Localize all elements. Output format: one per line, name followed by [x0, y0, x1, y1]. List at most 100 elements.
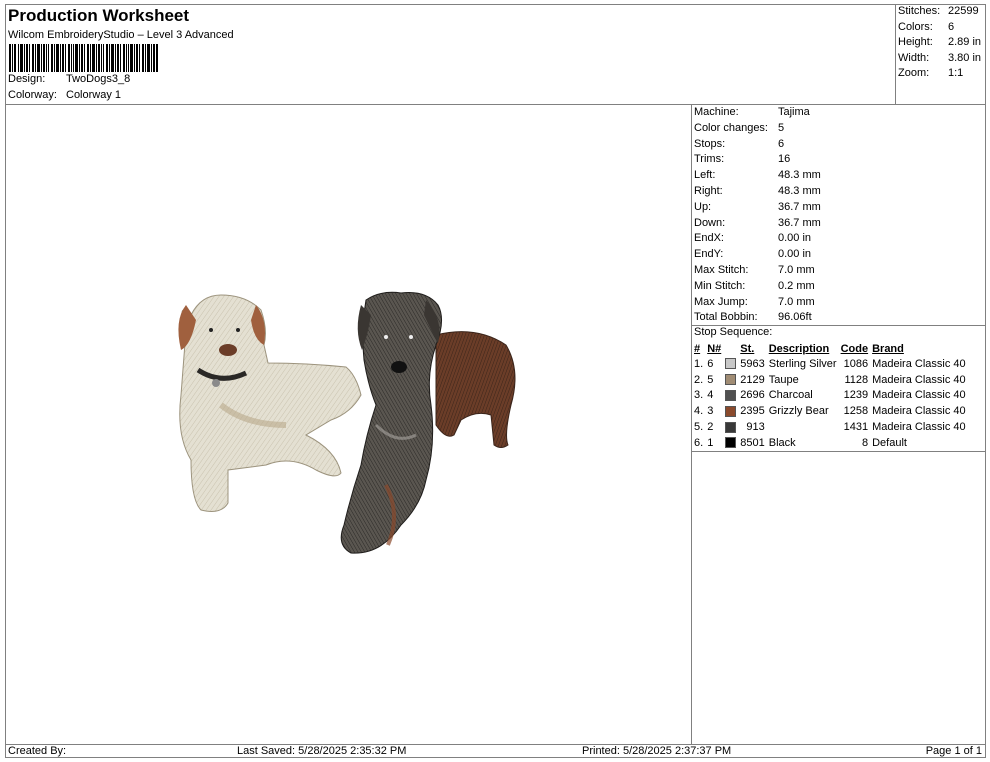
summary-value: 3.80 in — [948, 51, 982, 64]
footer-rule — [5, 744, 986, 745]
stop-index: 2. — [694, 373, 704, 386]
stop-stitches: 2129 — [740, 373, 765, 386]
design-label: Design: — [8, 73, 46, 85]
stop-description: Taupe — [768, 373, 799, 386]
stop-brand: Madeira Classic 40 — [872, 389, 966, 402]
stop-stitches: 2696 — [740, 389, 765, 402]
info-label: Total Bobbin: — [694, 311, 758, 324]
stop-row: 5. 2 913 1431 Madeira Classic 40 — [692, 419, 968, 435]
col-brand: Brand — [872, 342, 904, 355]
col-description: Description — [768, 342, 830, 355]
stop-description — [767, 419, 839, 435]
stop-code: 1086 — [843, 357, 869, 370]
stop-stitches: 8501 — [740, 436, 765, 449]
software-subtitle: Wilcom EmbroideryStudio – Level 3 Advanc… — [8, 29, 234, 41]
info-value: 36.7 mm — [778, 216, 821, 229]
color-swatch — [725, 437, 737, 449]
summary-label: Stitches: — [898, 5, 941, 17]
last-saved: Last Saved: 5/28/2025 2:35:32 PM — [237, 745, 407, 757]
summary-width: Width: 3.80 in — [898, 51, 986, 67]
page-number: Page 1 of 1 — [925, 745, 982, 757]
color-swatch — [725, 358, 737, 370]
stop-swatch — [723, 356, 738, 372]
stop-code: 1128 — [844, 373, 869, 386]
stop-brand: Madeira Classic 40 — [872, 373, 966, 386]
stop-swatch — [723, 419, 738, 435]
created-by: Created By: — [8, 745, 67, 757]
info-label: Left: — [694, 169, 716, 182]
stop-row: 4. 3 2395 Grizzly Bear 1258 Madeira Classic 4… — [692, 403, 968, 419]
dark-dog — [340, 291, 516, 554]
info-label: Stops: — [694, 137, 726, 150]
info-row: Machine: Tajima — [694, 105, 986, 121]
stop-code: 1239 — [843, 389, 869, 402]
stop-sequence-title: Stop Sequence: — [694, 326, 773, 338]
summary-label: Height: — [898, 36, 933, 49]
stop-sequence-end-rule — [692, 451, 986, 452]
stop-swatch — [723, 388, 738, 404]
stop-needle: 3 — [707, 405, 714, 418]
stop-description: Grizzly Bear — [768, 405, 829, 418]
info-label: Down: — [694, 216, 726, 229]
info-row: Max Stitch: 7.0 mm — [694, 263, 986, 279]
colorway-value: Colorway 1 — [66, 89, 122, 101]
info-value: 96.06ft — [778, 311, 812, 324]
info-row: Trims: 16 — [694, 152, 986, 168]
stop-needle: 5 — [707, 373, 714, 386]
summary-value: 22599 — [948, 5, 979, 17]
info-row: EndY: 0.00 in — [694, 247, 986, 263]
info-value: 0.00 in — [778, 248, 812, 261]
design-row: Design: TwoDogs3_8 — [8, 73, 130, 85]
summary-zoom: Zoom: 1:1 — [898, 66, 986, 82]
color-swatch — [725, 374, 737, 386]
stop-needle: 4 — [707, 389, 714, 402]
info-row: Left: 48.3 mm — [694, 168, 986, 184]
stop-index: 3. — [694, 389, 704, 402]
info-row: Min Stitch: 0.2 mm — [694, 279, 986, 295]
colorway-row: Colorway: Colorway 1 — [8, 89, 121, 101]
stop-brand: Default — [872, 436, 907, 449]
stop-stitches: 2395 — [740, 405, 765, 418]
color-swatch — [725, 390, 737, 402]
info-value: 6 — [778, 137, 785, 150]
info-row: Right: 48.3 mm — [694, 184, 986, 200]
info-label: Trims: — [694, 153, 725, 166]
info-row: Stops: 6 — [694, 137, 986, 153]
info-label: Max Stitch: — [694, 263, 749, 276]
info-label: Up: — [694, 200, 712, 213]
info-value: 7.0 mm — [778, 263, 815, 276]
stop-row: 2. 5 2129 Taupe 1128 Madeira Classic 40 — [692, 372, 968, 388]
summary-label: Colors: — [898, 20, 933, 33]
stop-swatch — [723, 372, 738, 388]
design-preview — [6, 105, 691, 744]
summary-value: 6 — [948, 20, 955, 33]
stop-description: Black — [768, 436, 796, 449]
info-label: Min Stitch: — [694, 279, 746, 292]
stop-needle: 2 — [707, 421, 714, 434]
stop-stitches: 913 — [746, 421, 765, 434]
light-dog — [178, 294, 362, 512]
summary-label: Zoom: — [898, 67, 930, 80]
summary-value: 2.89 in — [948, 36, 982, 49]
colorway-label: Colorway: — [8, 89, 57, 101]
stop-needle: 6 — [707, 357, 714, 370]
col-stitches: St. — [740, 342, 755, 355]
col-needle: N# — [707, 342, 722, 355]
design-value: TwoDogs3_8 — [66, 73, 131, 85]
stop-brand: Madeira Classic 40 — [872, 357, 966, 370]
info-value: 36.7 mm — [778, 200, 821, 213]
design-summary: Stitches: 22599 Colors: 6 Height: 2.89 in W… — [898, 4, 986, 82]
stop-index: 6. — [694, 436, 704, 449]
info-value: 48.3 mm — [778, 169, 821, 182]
stop-brand: Madeira Classic 40 — [872, 405, 966, 418]
info-label: EndY: — [694, 248, 724, 261]
info-value: 5 — [778, 121, 785, 134]
stop-stitches: 5963 — [740, 357, 765, 370]
header-divider — [895, 4, 896, 104]
stop-description: Charcoal — [768, 389, 813, 402]
stop-table-header: # N# St. Description Code Brand — [692, 341, 968, 356]
info-value: 0.00 in — [778, 232, 812, 245]
stop-code: 1258 — [843, 405, 869, 418]
info-value: Tajima — [778, 106, 810, 118]
summary-label: Width: — [898, 51, 930, 64]
